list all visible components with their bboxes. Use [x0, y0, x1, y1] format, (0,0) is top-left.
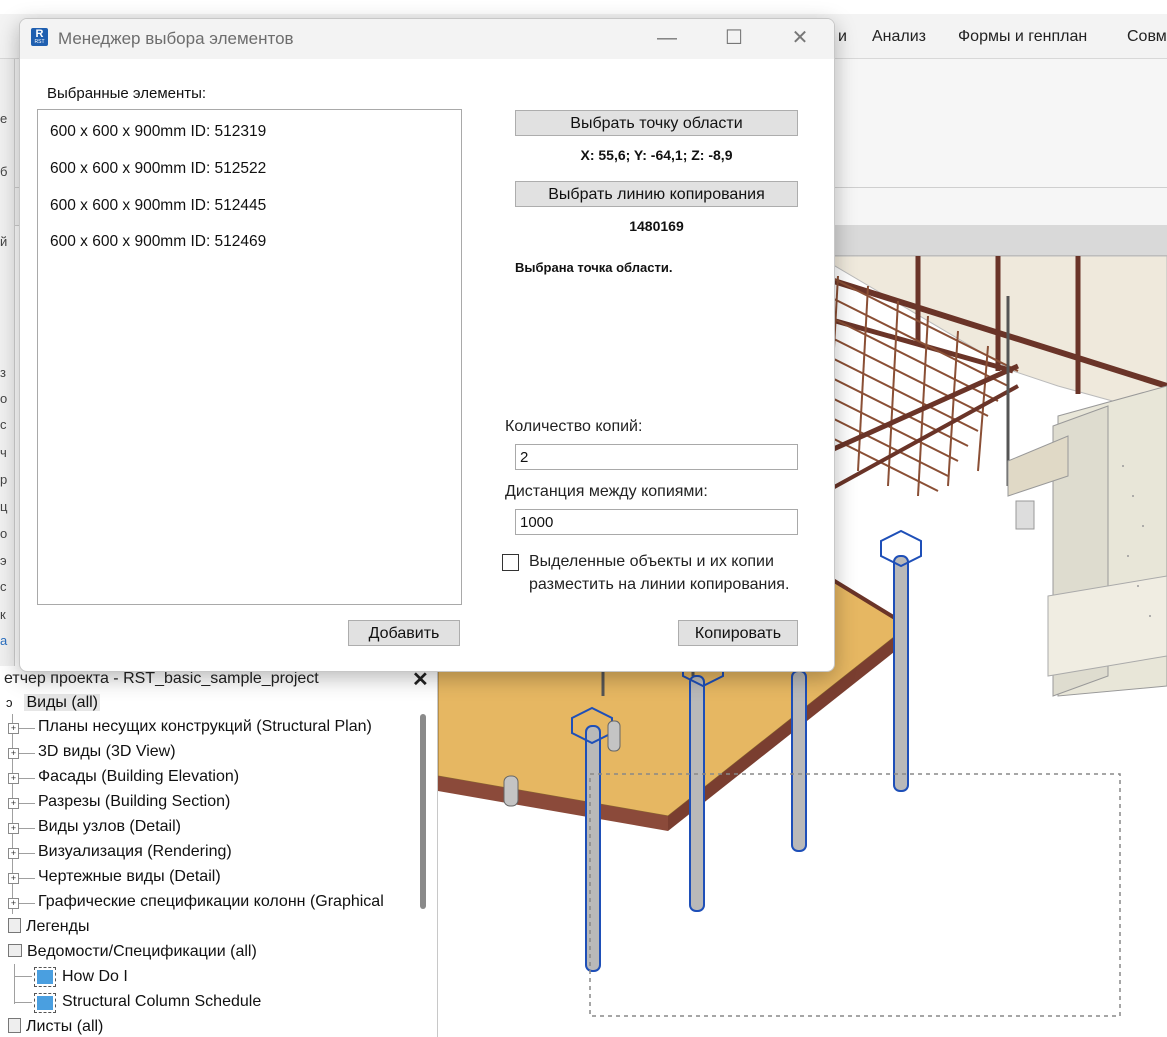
edge-char: о: [0, 526, 8, 541]
copy-line-id: 1480169: [629, 218, 684, 234]
add-button[interactable]: Добавить: [348, 620, 460, 646]
tree-item-views[interactable]: ↄ Виды (all): [6, 693, 101, 715]
tree-item-sections[interactable]: Разрезы (Building Section): [38, 792, 230, 814]
expand-icon[interactable]: +: [8, 748, 19, 759]
tree-connector: [19, 853, 35, 854]
edge-char: с: [0, 417, 7, 432]
copy-button[interactable]: Копировать: [678, 620, 798, 646]
tree-item-how-do-i[interactable]: How Do I: [62, 967, 128, 989]
edge-char: б: [0, 164, 8, 179]
tree-connector: [19, 803, 35, 804]
tree-guide-line: [14, 964, 15, 1004]
edge-char: р: [0, 472, 8, 487]
list-item[interactable]: 600 x 600 x 900mm ID: 512522: [50, 160, 266, 178]
element-selection-manager-dialog: R RST Менеджер выбора элементов — ☐ ✕ Выб…: [19, 18, 835, 672]
revit-app-icon: R RST: [31, 28, 48, 46]
tree-item-legends[interactable]: Легенды: [8, 917, 89, 939]
edge-char: с: [0, 579, 7, 594]
edge-char: й: [0, 234, 8, 249]
edge-char: э: [0, 553, 7, 568]
edge-char: о: [0, 391, 8, 406]
view-folder-icon: ↄ: [6, 695, 13, 710]
pick-area-point-button[interactable]: Выбрать точку области: [515, 110, 798, 136]
checkbox-label-line1: Выделенные объекты и их копии: [529, 553, 774, 570]
ribbon-tab-collaborate[interactable]: Совм: [1127, 28, 1167, 46]
edge-char: ч: [0, 445, 7, 460]
sheet-icon: [8, 1018, 21, 1033]
tree-item-schedules[interactable]: Ведомости/Спецификации (all): [8, 942, 257, 964]
tree-connector: [19, 753, 35, 754]
edge-char: з: [0, 365, 6, 380]
tree-connector: [19, 778, 35, 779]
schedule-icon: [34, 993, 56, 1013]
schedule-folder-icon: [8, 944, 22, 957]
expand-icon[interactable]: +: [8, 773, 19, 784]
status-message: Выбрана точка области.: [515, 260, 673, 275]
schedule-icon: [34, 967, 56, 987]
checkbox-label-line2: разместить на линии копирования.: [529, 576, 790, 593]
tree-item-label: Легенды: [26, 918, 90, 935]
expand-icon[interactable]: +: [8, 823, 19, 834]
tree-item-structural-plans[interactable]: Планы несущих конструкций (Structural Pl…: [38, 717, 372, 739]
maximize-icon[interactable]: ☐: [712, 23, 756, 55]
edge-char: а: [0, 633, 8, 648]
expand-icon[interactable]: +: [8, 798, 19, 809]
tree-connector: [19, 903, 35, 904]
selected-elements-label: Выбранные элементы:: [47, 85, 207, 102]
edge-char: к: [0, 607, 6, 622]
tree-item-structural-column-schedule[interactable]: Structural Column Schedule: [62, 992, 261, 1014]
copy-distance-input[interactable]: 1000: [515, 509, 798, 535]
expand-icon[interactable]: +: [8, 873, 19, 884]
tree-connector: [19, 878, 35, 879]
close-icon[interactable]: ✕: [778, 23, 822, 55]
tree-item-label: Виды (all): [24, 694, 101, 711]
project-browser: етчер проекта - RST_basic_sample_project…: [0, 666, 438, 1037]
pick-copy-line-button[interactable]: Выбрать линию копирования: [515, 181, 798, 207]
tree-item-sheets[interactable]: Листы (all): [8, 1017, 103, 1037]
properties-panel-edge: е б й з о с ч р ц о э с к а: [0, 59, 15, 669]
window-top-strip: [0, 0, 1167, 14]
dialog-title: Менеджер выбора элементов: [58, 29, 294, 48]
edge-char: ц: [0, 499, 8, 514]
list-item[interactable]: 600 x 600 x 900mm ID: 512445: [50, 197, 266, 215]
list-item[interactable]: 600 x 600 x 900mm ID: 512319: [50, 123, 266, 141]
tree-guide-line: [12, 714, 13, 914]
tree-item-rendering[interactable]: Визуализация (Rendering): [38, 842, 232, 864]
copies-count-label: Количество копий:: [505, 418, 643, 435]
tree-connector: [14, 1002, 32, 1003]
minimize-icon[interactable]: —: [645, 23, 689, 55]
point-coordinates: X: 55,6; Y: -64,1; Z: -8,9: [580, 147, 733, 163]
selected-elements-list[interactable]: 600 x 600 x 900mm ID: 512319 600 x 600 x…: [37, 109, 462, 605]
tree-item-drafting-views[interactable]: Чертежные виды (Detail): [38, 867, 221, 889]
ribbon-tab-partial[interactable]: и: [838, 28, 847, 46]
ribbon-tab-analysis[interactable]: Анализ: [872, 28, 926, 46]
tree-item-label: Ведомости/Спецификации (all): [27, 943, 257, 960]
tree-connector: [14, 976, 32, 977]
ribbon-tab-massing-site[interactable]: Формы и генплан: [958, 28, 1087, 46]
copy-distance-label: Дистанция между копиями:: [505, 483, 708, 500]
tree-item-graphical-column-schedules[interactable]: Графические спецификации колонн (Graphic…: [38, 892, 384, 914]
dialog-title-bar[interactable]: R RST Менеджер выбора элементов — ☐ ✕: [20, 19, 834, 59]
tree-item-3d-views[interactable]: 3D виды (3D View): [38, 742, 176, 764]
expand-icon[interactable]: +: [8, 848, 19, 859]
place-on-copy-line-checkbox[interactable]: [502, 554, 519, 571]
expand-icon[interactable]: +: [8, 723, 19, 734]
tree-item-detail-views[interactable]: Виды узлов (Detail): [38, 817, 181, 839]
legend-icon: [8, 918, 21, 933]
tree-item-elevations[interactable]: Фасады (Building Elevation): [38, 767, 239, 789]
tree-item-label: Листы (all): [26, 1018, 104, 1035]
edge-char: е: [0, 111, 8, 126]
tree-connector: [19, 728, 35, 729]
list-item[interactable]: 600 x 600 x 900mm ID: 512469: [50, 233, 266, 251]
copies-count-input[interactable]: 2: [515, 444, 798, 470]
expand-icon[interactable]: +: [8, 898, 19, 909]
project-browser-scrollbar[interactable]: [420, 714, 426, 909]
project-browser-title: етчер проекта - RST_basic_sample_project: [4, 670, 319, 687]
tree-connector: [19, 828, 35, 829]
